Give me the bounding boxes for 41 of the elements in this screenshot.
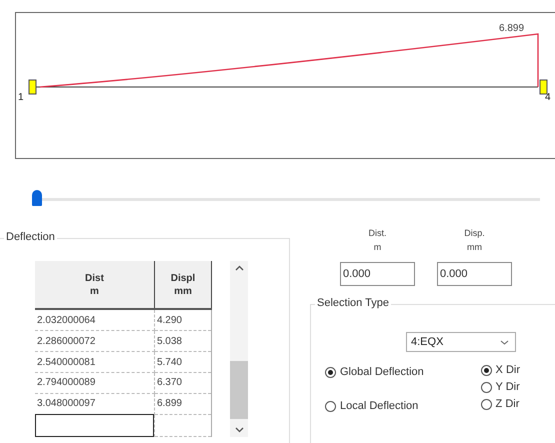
table-cell: 2.032000064 [35, 309, 154, 331]
slider-thumb[interactable] [32, 190, 42, 206]
node-marker [540, 80, 548, 94]
node-label: 4 [545, 92, 551, 103]
selection-dropdown[interactable]: 4:EQX [406, 332, 516, 352]
radio-option[interactable]: Z Dir [480, 398, 520, 410]
radio-option[interactable]: Y Dir [480, 381, 520, 393]
radio-option[interactable]: X Dir [480, 364, 520, 376]
column-header[interactable]: Displ mm [154, 261, 212, 310]
node-label: 1 [18, 92, 24, 103]
new-row-cell[interactable] [35, 414, 154, 436]
table-cell: 6.370 [154, 372, 212, 394]
radio-option[interactable]: Local Deflection [325, 400, 424, 412]
caret-icon [500, 340, 509, 344]
radio-circle[interactable] [325, 366, 336, 378]
table-cell: 2.540000081 [35, 352, 154, 373]
table-cell: 6.899 [154, 393, 212, 414]
scroll-down-icon[interactable] [234, 427, 244, 433]
column-header[interactable]: Dist m [35, 261, 154, 310]
scroll-up-icon[interactable] [234, 265, 244, 271]
table-cell: 5.038 [154, 330, 212, 352]
table-cell: 2.286000072 [35, 330, 154, 352]
radio-circle[interactable] [480, 364, 492, 376]
field-label: Disp. mm [464, 227, 485, 254]
radio-option[interactable]: Global Deflection [325, 366, 424, 378]
field-label: Dist. m [368, 227, 386, 254]
radio-circle[interactable] [480, 398, 492, 410]
scrollbar[interactable] [230, 261, 248, 437]
group-title: Deflection [4, 231, 57, 243]
table-cell: 3.048000097 [35, 393, 154, 414]
table-cell: 2.794000089 [35, 372, 154, 394]
input-field[interactable]: 0.000 [340, 262, 415, 286]
group-title: Selection Type [315, 297, 391, 309]
radio-circle[interactable] [325, 400, 336, 412]
peak-value-label: 6.899 [499, 23, 524, 34]
table-cell: 4.290 [154, 309, 212, 331]
node-marker [28, 80, 36, 94]
scrollbar-thumb[interactable] [230, 361, 248, 419]
input-field[interactable]: 0.000 [437, 262, 512, 286]
radio-circle[interactable] [480, 382, 492, 392]
table-cell: 5.740 [154, 352, 212, 373]
